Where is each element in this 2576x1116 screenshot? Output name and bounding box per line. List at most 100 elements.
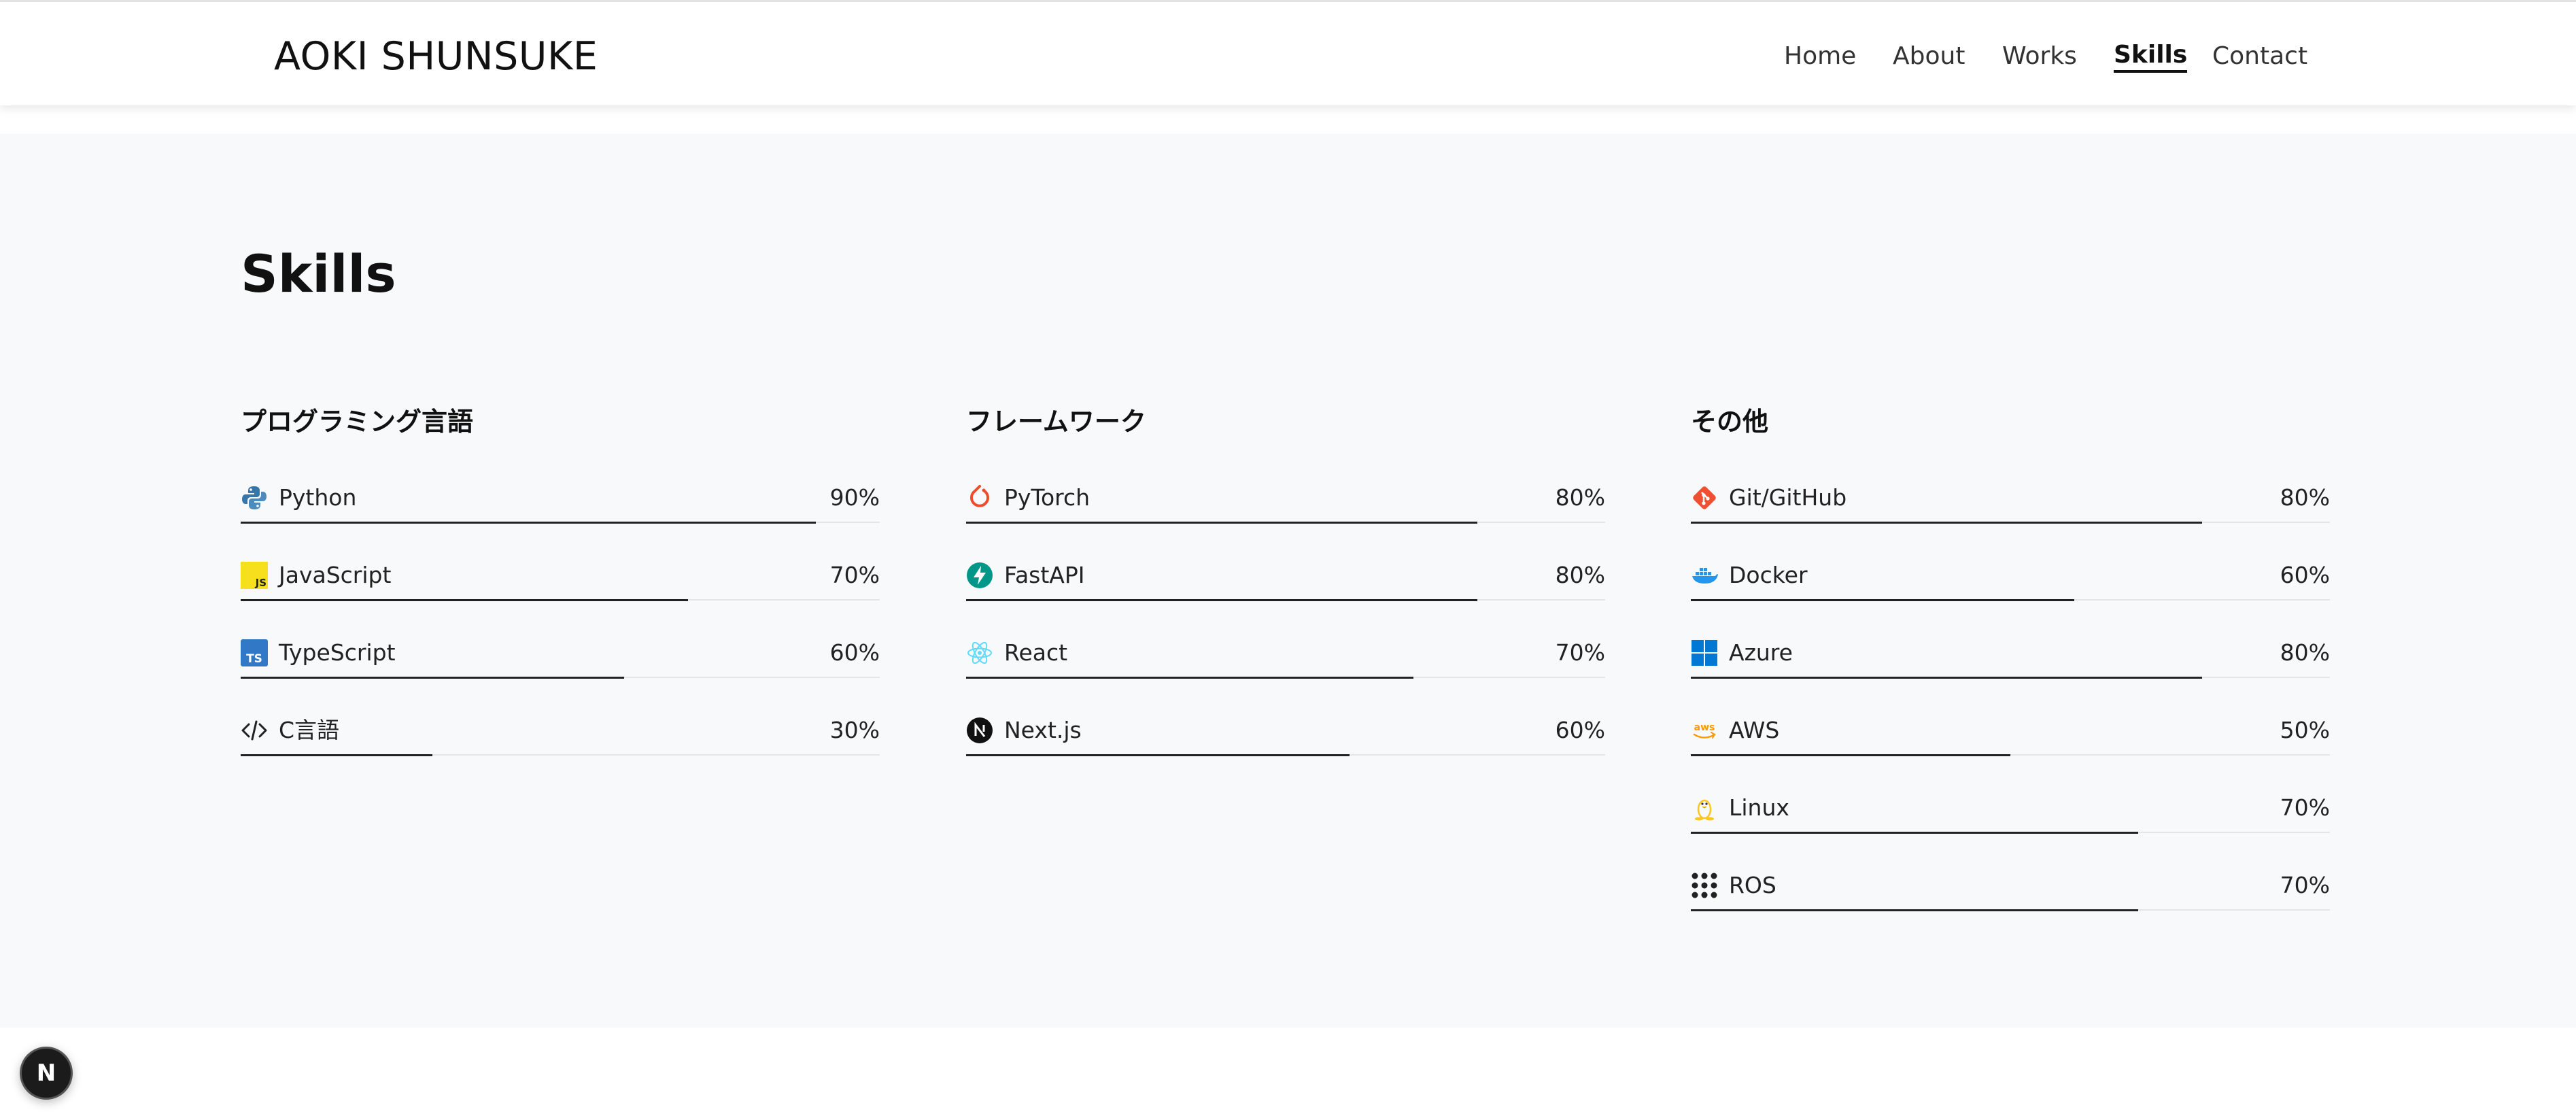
skill-item: PyTorch 80% <box>966 477 1605 524</box>
skill-percent: 70% <box>1555 639 1605 666</box>
skill-item: JS JavaScript 70% <box>241 555 880 601</box>
site-header: AOKI SHUNSUKE Home About Works Skills Co… <box>0 0 2576 105</box>
nav-works[interactable]: Works <box>2002 40 2077 73</box>
skill-progress-fill <box>1691 909 2138 911</box>
skill-percent: 30% <box>829 717 880 743</box>
skill-item: Azure 80% <box>1691 632 2330 679</box>
skill-item: C言語 30% <box>241 710 880 756</box>
skill-progress-fill <box>1691 677 2202 679</box>
nextjs-dev-badge[interactable]: N <box>20 1047 73 1100</box>
skill-name: Git/GitHub <box>1729 484 1847 511</box>
skill-progress-track <box>966 754 1605 756</box>
skill-name: React <box>1004 639 1068 666</box>
category-title: プログラミング言語 <box>241 407 474 437</box>
skill-progress-track <box>1691 677 2330 679</box>
skill-progress-fill <box>1691 599 2074 601</box>
nextjs-icon <box>966 717 993 744</box>
skill-progress-fill <box>1691 754 2010 756</box>
docker-icon <box>1691 562 1718 589</box>
skill-name: C言語 <box>279 717 340 743</box>
skill-progress-fill <box>241 522 816 524</box>
skill-percent: 70% <box>2280 794 2330 821</box>
skill-progress-fill <box>241 754 432 756</box>
skill-item: React 70% <box>966 632 1605 679</box>
nav-contact[interactable]: Contact <box>2212 40 2307 73</box>
skill-progress-fill <box>966 754 1350 756</box>
skill-item: Docker 60% <box>1691 555 2330 601</box>
skill-progress-track <box>241 522 880 524</box>
skill-percent: 50% <box>2280 717 2330 743</box>
skill-name: Azure <box>1729 639 1793 666</box>
nav-about[interactable]: About <box>1893 40 1965 73</box>
skill-progress-track <box>966 677 1605 679</box>
skill-item: Git/GitHub 80% <box>1691 477 2330 524</box>
skill-name: Python <box>279 484 357 511</box>
skill-progress-track <box>241 599 880 601</box>
skill-name: JavaScript <box>279 562 392 588</box>
pytorch-icon <box>966 484 993 511</box>
page-title: Skills <box>241 243 396 304</box>
svg-text:aws: aws <box>1694 722 1715 733</box>
skill-name: PyTorch <box>1004 484 1090 511</box>
skill-progress-fill <box>241 599 688 601</box>
skills-section: Skills プログラミング言語 Python 90% JS JavaScript 70%… <box>0 134 2576 1028</box>
ros-icon <box>1691 872 1718 899</box>
skill-percent: 90% <box>829 484 880 511</box>
skill-progress-track <box>966 599 1605 601</box>
linux-icon <box>1691 794 1718 822</box>
code-icon <box>241 717 268 744</box>
skill-item: Python 90% <box>241 477 880 524</box>
aws-icon: aws <box>1691 717 1718 744</box>
skill-percent: 60% <box>829 639 880 666</box>
javascript-icon: JS <box>241 562 268 589</box>
skill-item: Next.js 60% <box>966 710 1605 756</box>
skill-percent: 80% <box>2280 639 2330 666</box>
skill-name: TypeScript <box>279 639 396 666</box>
skill-progress-track <box>241 754 880 756</box>
skill-progress-track <box>1691 522 2330 524</box>
skill-progress-fill <box>241 677 624 679</box>
skill-item: TS TypeScript 60% <box>241 632 880 679</box>
skill-name: Next.js <box>1004 717 1082 743</box>
skill-name: Docker <box>1729 562 1808 588</box>
skill-progress-track <box>1691 832 2330 834</box>
skill-progress-fill <box>1691 832 2138 834</box>
skill-name: Linux <box>1729 794 1789 821</box>
typescript-icon: TS <box>241 639 268 666</box>
skill-progress-track <box>241 677 880 679</box>
skill-progress-track <box>1691 599 2330 601</box>
skill-progress-fill <box>966 522 1477 524</box>
skill-percent: 80% <box>2280 484 2330 511</box>
skill-name: ROS <box>1729 872 1776 898</box>
skill-item: FastAPI 80% <box>966 555 1605 601</box>
skill-item: ROS 70% <box>1691 865 2330 911</box>
svg-text:TS: TS <box>246 652 262 666</box>
skill-percent: 60% <box>1555 717 1605 743</box>
category-title: その他 <box>1691 407 1769 437</box>
git-icon <box>1691 484 1718 511</box>
nav-skills[interactable]: Skills <box>2114 40 2188 73</box>
azure-icon <box>1691 639 1718 666</box>
skill-name: FastAPI <box>1004 562 1085 588</box>
skill-progress-fill <box>1691 522 2202 524</box>
skill-item: Linux 70% <box>1691 788 2330 834</box>
skill-progress-track <box>1691 754 2330 756</box>
category-title: フレームワーク <box>966 407 1146 437</box>
skill-progress-track <box>966 522 1605 524</box>
skill-progress-fill <box>966 599 1477 601</box>
fastapi-icon <box>966 562 993 589</box>
skill-percent: 60% <box>2280 562 2330 588</box>
svg-text:JS: JS <box>255 577 267 589</box>
skill-item: aws AWS 50% <box>1691 710 2330 756</box>
nav-home[interactable]: Home <box>1784 40 1856 73</box>
skill-percent: 80% <box>1555 562 1605 588</box>
skill-percent: 70% <box>829 562 880 588</box>
site-brand[interactable]: AOKI SHUNSUKE <box>274 33 598 80</box>
react-icon <box>966 639 993 666</box>
skill-name: AWS <box>1729 717 1780 743</box>
python-icon <box>241 484 268 511</box>
skill-percent: 70% <box>2280 872 2330 898</box>
skill-percent: 80% <box>1555 484 1605 511</box>
skill-progress-track <box>1691 909 2330 911</box>
skill-progress-fill <box>966 677 1413 679</box>
